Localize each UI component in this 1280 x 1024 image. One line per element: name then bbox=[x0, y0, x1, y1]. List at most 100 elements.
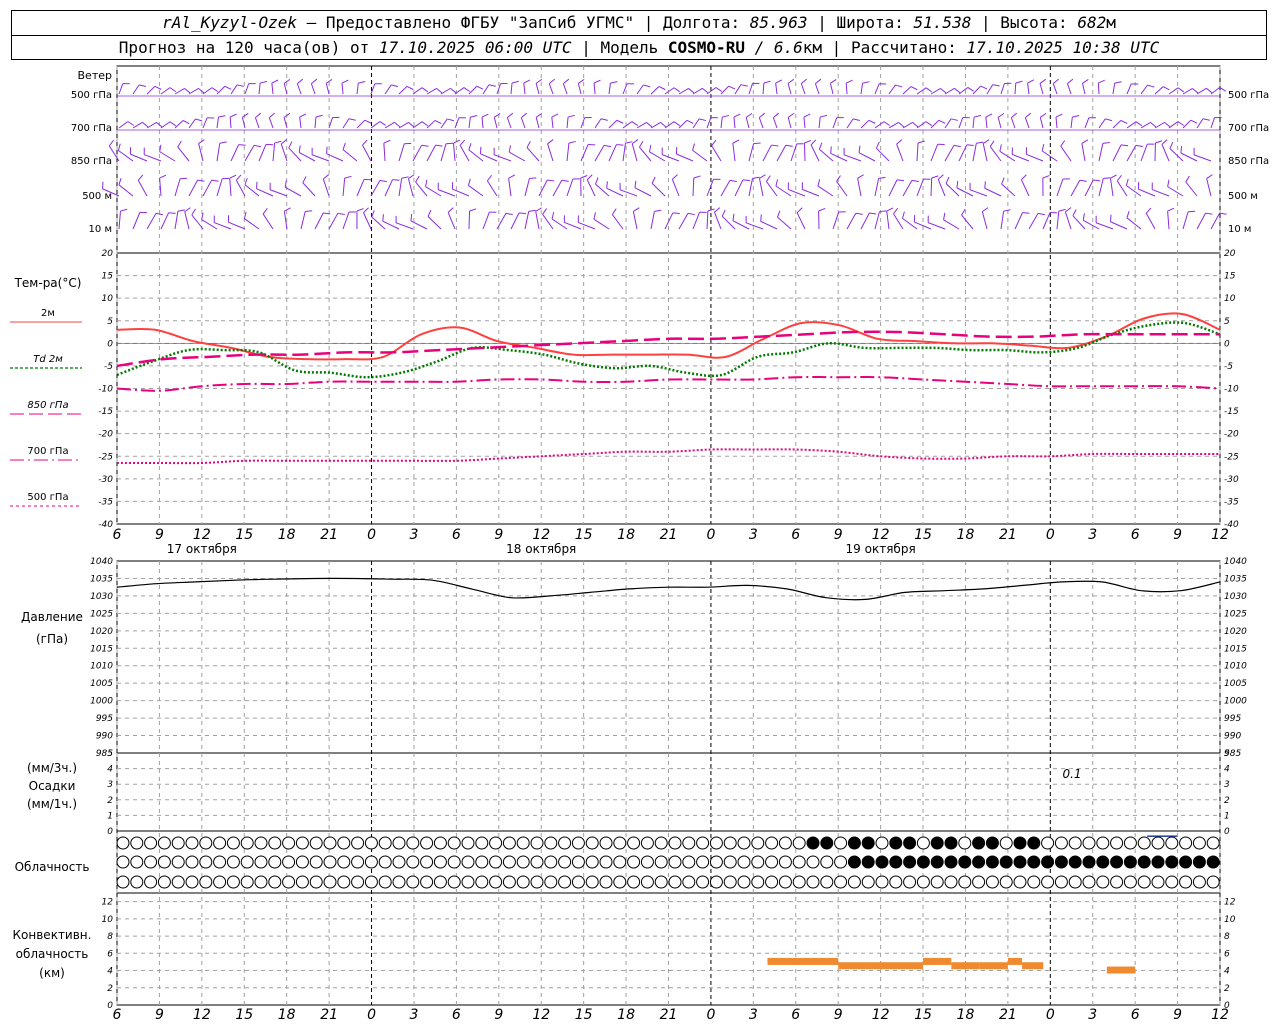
wind-barb bbox=[814, 83, 820, 95]
wind-barb bbox=[1109, 178, 1114, 197]
wind-barb bbox=[468, 85, 478, 95]
wind-barb bbox=[118, 121, 129, 129]
wind-barb bbox=[1161, 144, 1170, 162]
wind-barb-flag bbox=[917, 140, 925, 144]
wind-barb-flag bbox=[1067, 78, 1074, 84]
cloud-cover-symbol bbox=[1068, 855, 1082, 869]
wind-barb-flag bbox=[154, 85, 162, 90]
wind-barb-flag bbox=[195, 118, 203, 122]
wind-barb bbox=[314, 212, 324, 230]
cloud-cover-symbol bbox=[930, 875, 944, 889]
wind-barb bbox=[447, 212, 456, 230]
wind-barb-flag bbox=[118, 178, 122, 185]
wind-barb-flag bbox=[673, 121, 681, 127]
cloud-cover-symbol bbox=[544, 836, 558, 850]
wind-barb-flag bbox=[722, 114, 730, 118]
wind-barb bbox=[1064, 211, 1072, 230]
hour-tick-label: 12 bbox=[532, 527, 550, 543]
wind-barb-flag bbox=[634, 180, 637, 188]
wind-barb-flag bbox=[1082, 79, 1089, 84]
wind-barb bbox=[706, 210, 709, 230]
wind-barb bbox=[1098, 118, 1106, 129]
temp-ytick: -20 bbox=[98, 430, 113, 440]
convective-bar bbox=[923, 957, 952, 965]
wind-barb-flag bbox=[470, 115, 478, 118]
wind-barb bbox=[160, 87, 171, 95]
cloud-cover-symbol bbox=[668, 875, 682, 889]
wind-barb bbox=[1112, 83, 1116, 95]
cloud-cover-symbol bbox=[489, 836, 503, 850]
cloud-cover-symbol bbox=[309, 855, 323, 869]
cloud-cover-symbol bbox=[199, 836, 213, 850]
wind-barb-flag bbox=[1079, 179, 1087, 182]
wind-barb-flag bbox=[1169, 141, 1174, 149]
wind-barb bbox=[608, 119, 618, 129]
wind-barb bbox=[508, 178, 512, 197]
wind-barb bbox=[310, 83, 316, 95]
wind-barb-flag bbox=[810, 139, 817, 146]
wind-barb bbox=[1028, 213, 1039, 230]
wind-barb-flag bbox=[925, 87, 933, 93]
wind-barb-flag bbox=[1110, 174, 1117, 179]
day-label: 18 октября bbox=[506, 542, 576, 556]
wind-barb bbox=[298, 151, 316, 162]
wind-barb-flag bbox=[966, 144, 974, 146]
hour-tick-label-bottom: 0 bbox=[367, 1007, 376, 1023]
pressure-ytick: 1010 bbox=[90, 662, 113, 672]
cloud-cover-symbol bbox=[337, 836, 351, 850]
wind-barb bbox=[1081, 83, 1086, 95]
wind-barb-flag bbox=[1042, 175, 1050, 179]
wind-barb bbox=[902, 86, 912, 95]
meteogram-svg: Ветер 500 гПа 700 гПа 850 гПа 500 м 10 м… bbox=[10, 65, 1269, 1023]
wind-barb bbox=[383, 143, 386, 162]
pressure-ytick: 1035 bbox=[90, 574, 113, 584]
wind-barb-flag bbox=[693, 175, 701, 179]
wind-barb bbox=[634, 187, 652, 197]
cloud-cover-symbol bbox=[627, 836, 641, 850]
wind-barb bbox=[342, 178, 346, 197]
cloud-cover-symbol bbox=[185, 855, 199, 869]
wind-barb-flag bbox=[639, 140, 644, 148]
cloud-cover-symbol bbox=[682, 836, 696, 850]
wind-barb-flag bbox=[1105, 118, 1113, 122]
wind-barb-flag bbox=[869, 212, 877, 215]
wind-barb bbox=[649, 151, 666, 162]
wind-barb bbox=[216, 117, 219, 129]
cloud-cover-symbol bbox=[599, 836, 613, 850]
cloud-cover-symbol bbox=[723, 836, 737, 850]
wind-barb bbox=[229, 116, 232, 129]
wind-barb-flag bbox=[1150, 122, 1157, 128]
wind-barb bbox=[930, 119, 940, 129]
conv-ytick-right: 6 bbox=[1224, 949, 1230, 959]
hour-tick-label: 21 bbox=[999, 527, 1017, 543]
wind-barb-flag bbox=[159, 144, 162, 152]
wind-barb bbox=[619, 189, 638, 197]
wind-barb bbox=[777, 216, 792, 230]
cloud-cover-symbol bbox=[295, 875, 309, 889]
wind-barb-flag bbox=[229, 174, 237, 179]
wind-barb-flag bbox=[745, 112, 753, 118]
wind-barb bbox=[481, 116, 484, 129]
wind-barb-flag bbox=[547, 139, 554, 145]
wind-barb bbox=[482, 211, 490, 230]
wind-barb bbox=[1167, 186, 1184, 197]
cloud-cover-symbol bbox=[723, 855, 737, 869]
wind-barb bbox=[188, 118, 196, 129]
wind-barb bbox=[1039, 83, 1044, 95]
wind-barb-flag bbox=[1103, 177, 1111, 180]
wind-barb bbox=[985, 117, 988, 129]
wind-barb bbox=[468, 185, 484, 197]
wind-barb bbox=[146, 213, 157, 230]
wind-barb bbox=[875, 147, 890, 162]
wind-barb bbox=[706, 87, 717, 95]
wind-barb-flag bbox=[168, 212, 176, 214]
temp-ytick: -10 bbox=[98, 385, 113, 395]
wind-barb-flag bbox=[803, 113, 811, 118]
conv-ytick: 12 bbox=[102, 898, 114, 908]
cloud-cover-symbol bbox=[668, 855, 682, 869]
hour-tick-label: 9 bbox=[834, 527, 843, 543]
cloud-cover-symbol bbox=[213, 836, 227, 850]
temp-ytick: -25 bbox=[98, 452, 113, 462]
wind-barb bbox=[356, 179, 365, 197]
wind-barb-flag bbox=[961, 208, 966, 216]
